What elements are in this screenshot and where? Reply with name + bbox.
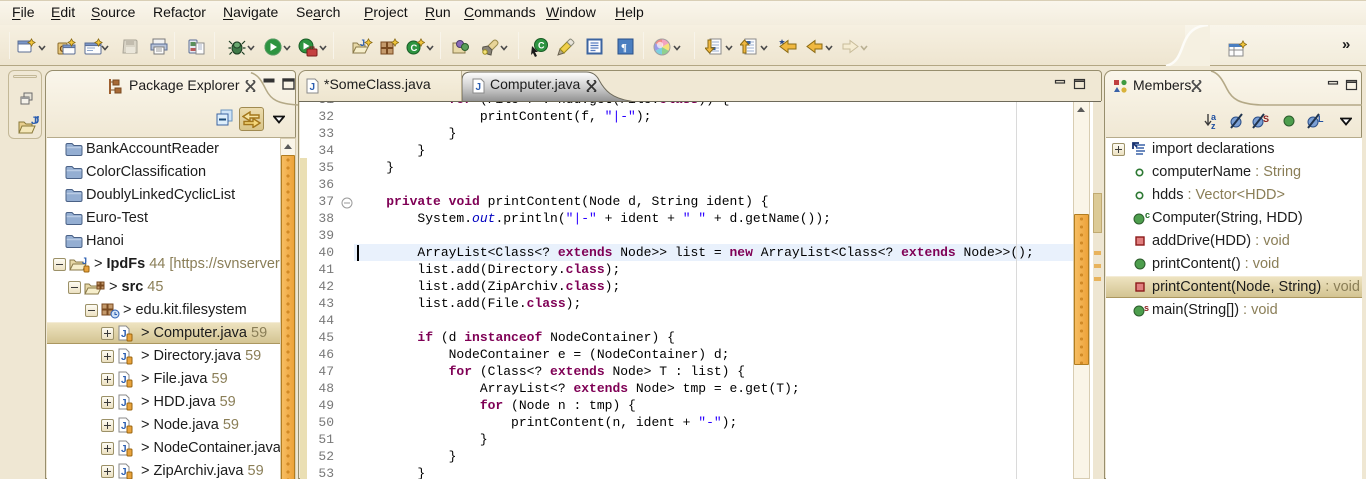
svg-text:C: C xyxy=(411,43,418,54)
svg-text:z: z xyxy=(1211,121,1216,130)
svg-text:s: s xyxy=(1144,303,1149,313)
svg-text:L: L xyxy=(1318,114,1324,124)
svg-text:J: J xyxy=(310,82,316,93)
svg-text:J: J xyxy=(82,256,87,266)
svg-text:J: J xyxy=(360,38,365,48)
svg-text:J: J xyxy=(121,444,127,455)
svg-text:J: J xyxy=(121,329,127,340)
svg-text:J: J xyxy=(121,375,127,386)
svg-text:J: J xyxy=(476,82,482,93)
svg-text:c: c xyxy=(1145,211,1150,220)
svg-text:¶: ¶ xyxy=(621,42,627,54)
svg-text:J: J xyxy=(121,352,127,363)
svg-text:J: J xyxy=(121,467,127,478)
svg-text:J: J xyxy=(121,398,127,409)
svg-text:J: J xyxy=(121,421,127,432)
svg-text:S: S xyxy=(1263,114,1269,124)
svg-text:J: J xyxy=(31,115,37,127)
svg-text:C: C xyxy=(538,41,545,51)
